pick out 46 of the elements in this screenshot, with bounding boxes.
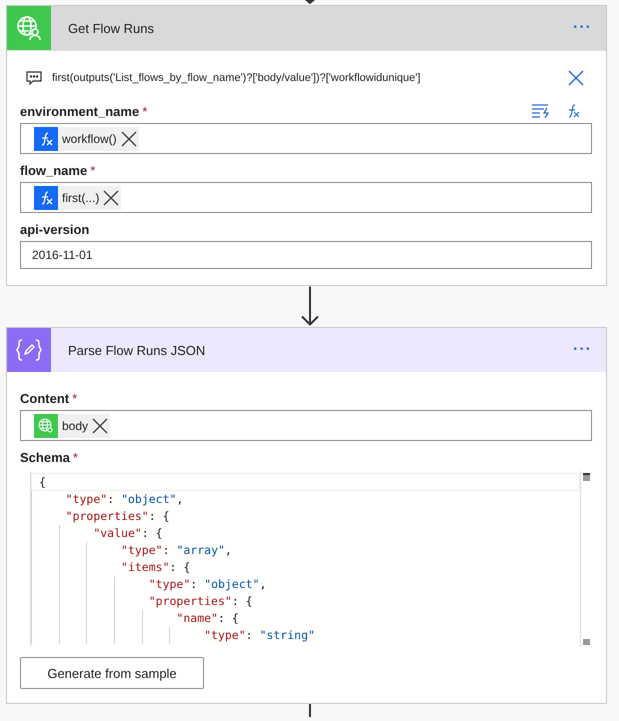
remove-icon[interactable] [103, 190, 120, 206]
dynamic-content-icon[interactable] [531, 103, 551, 119]
input-field[interactable]: 2016-11-01 [20, 241, 592, 269]
braces-pencil-icon [16, 338, 42, 362]
code-line: "type": "array", [120, 543, 232, 557]
card-header[interactable]: Parse Flow Runs JSON ··· [7, 328, 606, 372]
required-mark: * [72, 390, 78, 406]
field-label: flow_name [20, 162, 88, 178]
remove-icon[interactable] [92, 418, 108, 434]
field-label: Schema [20, 450, 70, 464]
token-chip[interactable]: workflow() [34, 126, 139, 150]
token-chip[interactable]: first(...) [34, 186, 122, 210]
card-header[interactable]: Get Flow Runs ··· [7, 6, 606, 51]
globe-icon [38, 418, 54, 434]
code-line: "properties": { [148, 594, 253, 608]
required-mark: * [72, 450, 78, 464]
generate-button[interactable]: Generate from sample [20, 657, 204, 689]
code-editor[interactable]: { "type": "object", "properties": { "value": { "type": "array", "items": { "type": "object", "properties": { "name": { "type": "string" [30, 471, 593, 647]
input-field[interactable]: workflow() [20, 123, 592, 154]
comment-icon [26, 71, 42, 85]
code-line: "type": "object", [148, 577, 266, 591]
more-options-button[interactable]: ··· [569, 341, 596, 359]
card-title: Get Flow Runs [68, 20, 155, 36]
code-line: "type": "object", [64, 492, 184, 506]
field-label: environment_name [20, 104, 140, 118]
required-mark: * [90, 162, 96, 178]
field-label: Content [20, 390, 70, 406]
code-line: "properties": { [64, 509, 170, 523]
close-icon[interactable] [567, 69, 585, 87]
required-mark: * [142, 104, 148, 118]
connector-line [308, 704, 310, 717]
scrollbar[interactable] [580, 471, 593, 647]
code-line: { [38, 475, 46, 489]
token-chip[interactable]: body [34, 414, 110, 438]
globe-person-icon [16, 15, 42, 41]
code-line: "value": { [92, 526, 163, 540]
expression-text: first(outputs('List_flows_by_flow_name')?['body/value'])?['workflowidunique'] [52, 72, 422, 84]
connector-arrow [298, 286, 320, 327]
code-line: "type": "string" [203, 628, 315, 642]
remove-icon[interactable] [120, 130, 137, 146]
code-line: "items": { [120, 560, 190, 574]
card-title: Parse Flow Runs JSON [68, 342, 206, 358]
input-field[interactable]: first(...) [20, 182, 592, 213]
field-label: api-version [20, 222, 90, 236]
input-field[interactable]: body [20, 410, 592, 441]
code-line: "name": { [175, 611, 239, 625]
